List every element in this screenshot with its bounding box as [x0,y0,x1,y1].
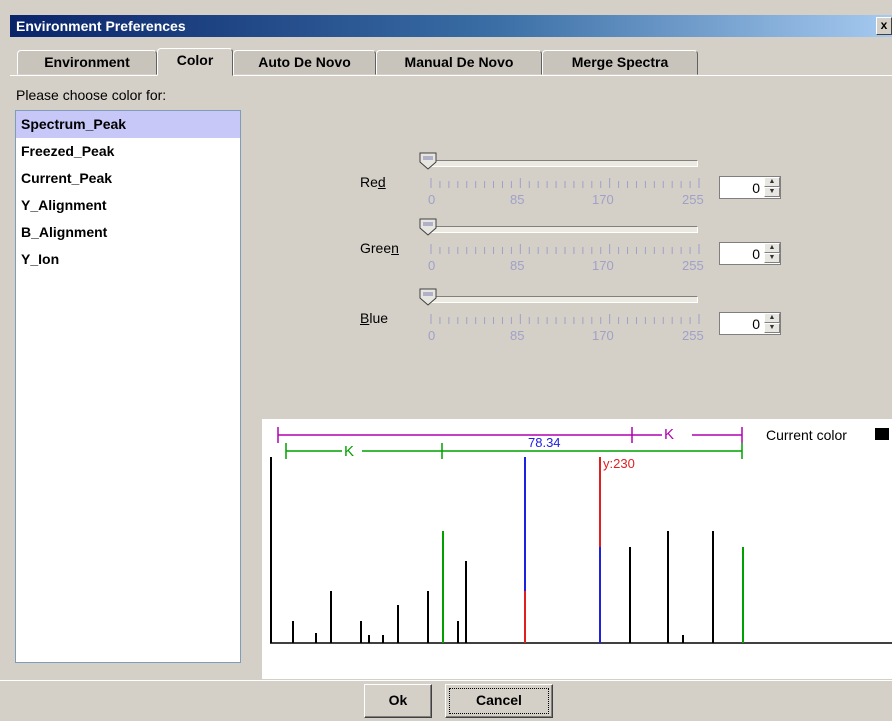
red-slider-track[interactable] [428,160,698,167]
color-target-prompt: Please choose color for: [16,87,167,103]
spectrum-peaks [270,457,744,643]
title-bar: Environment Preferences x [10,15,892,37]
blue-tick-255: 255 [682,328,704,343]
tab-manual-de-novo[interactable]: Manual De Novo [376,50,542,75]
blue-value[interactable]: 0 [752,316,760,332]
green-increment-icon[interactable]: ▲ [764,243,780,253]
blue-slider-thumb[interactable] [419,288,437,306]
blue-value-spinner[interactable]: 0 ▲ ▼ [719,312,781,335]
list-item-y-ion[interactable]: Y_Ion [16,246,240,273]
button-bar-divider [0,680,892,681]
red-tick-170: 170 [592,192,614,207]
k-label-bottom: K [344,443,354,460]
spectrum-preview: Current color K K 78.34 y:230 [262,419,892,679]
red-slider-thumb[interactable] [419,152,437,170]
red-increment-icon[interactable]: ▲ [764,177,780,187]
red-tick-0: 0 [428,192,436,207]
tab-merge-spectra[interactable]: Merge Spectra [542,50,698,75]
green-tick-255: 255 [682,258,704,273]
blue-slider-row: Blue 0 85 170 255 0 ▲ ▼ [340,286,800,356]
red-slider-row: Red 0 85 170 255 0 ▲ ▼ [340,150,800,220]
green-decrement-icon[interactable]: ▼ [764,253,780,263]
cancel-button[interactable]: Cancel [445,684,553,718]
k-annotation-bottom [285,443,743,459]
ok-button[interactable]: Ok [364,684,432,718]
green-tick-170: 170 [592,258,614,273]
green-slider-track[interactable] [428,226,698,233]
tab-color[interactable]: Color [157,48,233,76]
green-tick-0: 0 [428,258,436,273]
list-item-freezed-peak[interactable]: Freezed_Peak [16,138,240,165]
blue-tick-0: 0 [428,328,436,343]
green-slider-ticks [430,244,700,254]
red-slider-ticks [430,178,700,188]
list-item-current-peak[interactable]: Current_Peak [16,165,240,192]
tab-auto-de-novo[interactable]: Auto De Novo [233,50,376,75]
window-title: Environment Preferences [16,18,186,34]
blue-label: Blue [360,310,389,326]
blue-tick-170: 170 [592,328,614,343]
green-value-spinner[interactable]: 0 ▲ ▼ [719,242,781,265]
green-slider-row: Green 0 85 170 255 0 ▲ ▼ [340,216,800,286]
tab-divider [10,75,892,76]
color-target-list[interactable]: Spectrum_Peak Freezed_Peak Current_Peak … [15,110,241,663]
blue-increment-icon[interactable]: ▲ [764,313,780,323]
close-icon[interactable]: x [876,17,892,35]
k-label-top: K [664,426,674,443]
list-item-b-alignment[interactable]: B_Alignment [16,219,240,246]
red-tick-85: 85 [510,192,525,207]
red-tick-255: 255 [682,192,704,207]
green-tick-85: 85 [510,258,525,273]
blue-decrement-icon[interactable]: ▼ [764,323,780,333]
green-label: Green [360,240,399,256]
red-value-spinner[interactable]: 0 ▲ ▼ [719,176,781,199]
blue-slider-ticks [430,314,700,324]
blue-slider-track[interactable] [428,296,698,303]
red-label: Red [360,174,386,190]
mass-label: 78.34 [528,435,561,450]
green-slider-thumb[interactable] [419,218,437,236]
tab-environment[interactable]: Environment [17,50,157,75]
red-decrement-icon[interactable]: ▼ [764,187,780,197]
red-value[interactable]: 0 [752,180,760,196]
spectrum-plot: K K 78.34 y:230 [270,426,892,644]
ion-label: y:230 [603,456,635,471]
green-value[interactable]: 0 [752,246,760,262]
blue-tick-85: 85 [510,328,525,343]
list-item-spectrum-peak[interactable]: Spectrum_Peak [16,111,240,138]
list-item-y-alignment[interactable]: Y_Alignment [16,192,240,219]
